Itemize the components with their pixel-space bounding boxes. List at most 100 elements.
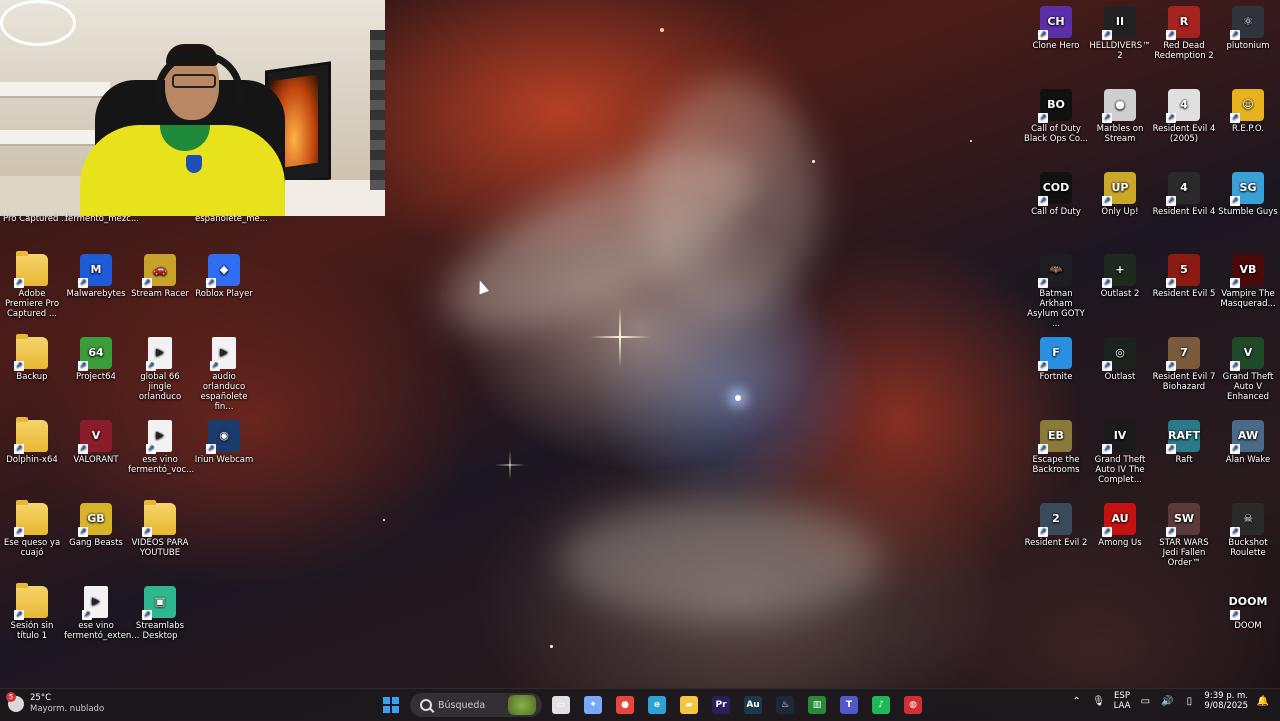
audio-file-icon: ▶ [146,420,172,454]
gtav-icon: V [1230,337,1264,371]
malwarebytes-icon: M [78,254,112,288]
taskbar-app-xbox[interactable]: ▥ [804,692,830,718]
taskbar-app-steam[interactable]: ♨ [772,692,798,718]
microphone-icon[interactable]: 🎙 [1092,694,1106,708]
taskbar-app-task-view[interactable]: ▭ [548,692,574,718]
desktop-icon[interactable]: FFortnite [1024,337,1088,382]
desktop-icon[interactable]: +Outlast 2 [1088,254,1152,299]
desktop-icon[interactable]: ▶audio orlanduco españolete fin... [192,337,256,412]
desktop-icon[interactable]: ▶ese vino fermentó_exten... [64,586,139,641]
desktop-icon[interactable]: IIHELLDIVERS™ 2 [1088,6,1152,61]
search-box[interactable]: Búsqueda [410,693,542,717]
volume-icon[interactable]: 🔊 [1160,694,1174,708]
desktop-icon-label: HELLDIVERS™ 2 [1089,41,1151,61]
desktop-icon-label-partial[interactable]: españolete_me... [195,214,268,224]
desktop-icon-label-partial[interactable]: fermento_mezc... [65,214,139,224]
desktop-icon[interactable]: ◉Iriun Webcam [192,420,256,465]
taskbar-app-teams[interactable]: T [836,692,862,718]
desktop-icon[interactable]: ●Marbles on Stream [1088,89,1152,144]
desktop-icon[interactable]: ⚛plutonium [1216,6,1280,51]
notifications-icon[interactable]: 🔔 [1256,694,1270,708]
weather-widget[interactable]: 5 25°C Mayorm. nublado [6,692,105,715]
system-tray: ⌃ 🎙 ESP LAA ▭ 🔊 ▯ 9:39 p. m. 9/08/2025 🔔 [1070,691,1270,711]
desktop-icon[interactable]: AUAmong Us [1088,503,1152,548]
marbles-icon: ● [1102,89,1136,123]
desktop-icon[interactable]: VIDEOS PARA YOUTUBE [128,500,192,558]
taskbar-app-premiere-pro[interactable]: Pr [708,692,734,718]
taskbar-app-copilot[interactable]: ✦ [580,692,606,718]
desktop-icon-label: Escape the Backrooms [1032,455,1080,475]
desktop-icon-label: Resident Evil 7 Biohazard [1152,372,1216,392]
desktop-icon-label: Batman Arkham Asylum GOTY ... [1027,289,1085,329]
language-indicator[interactable]: ESP LAA [1114,691,1131,711]
desktop-icon[interactable]: ▶global 66 jingle orlanduco [128,337,192,402]
stumble-guys-icon: SG [1230,172,1264,206]
battery-icon[interactable]: ▯ [1182,694,1196,708]
desktop-icon-label: Call of Duty Black Ops Co... [1024,124,1089,144]
project64-icon: 64 [78,337,112,371]
desktop-icon[interactable]: SWSTAR WARS Jedi Fallen Order™ [1152,503,1216,568]
steam-icon: ♨ [776,696,794,714]
mouse-cursor [475,278,489,295]
desktop-icon[interactable]: Sesión sin título 1 [0,583,64,641]
desktop-icon[interactable]: 7Resident Evil 7 Biohazard [1152,337,1216,392]
desktop-icon[interactable]: VBVampire The Masquerad... [1216,254,1280,309]
desktop-icon[interactable]: Dolphin-x64 [0,417,64,465]
folder-icon [14,583,48,620]
desktop-icon[interactable]: VGrand Theft Auto V Enhanced [1216,337,1280,402]
desktop-icon[interactable]: SGStumble Guys [1216,172,1280,217]
outlast-icon: ◎ [1102,337,1136,371]
search-placeholder: Búsqueda [438,699,486,711]
taskbar-app-audition[interactable]: Au [740,692,766,718]
desktop-icon[interactable]: CHClone Hero [1024,6,1088,51]
desktop-icon[interactable]: 🦇Batman Arkham Asylum GOTY ... [1024,254,1088,329]
taskbar-app-file-explorer[interactable]: ▰ [676,692,702,718]
chevron-up-icon[interactable]: ⌃ [1070,694,1084,708]
desktop-icon[interactable]: IVGrand Theft Auto IV The Complet... [1088,420,1152,485]
desktop-icon[interactable]: 2Resident Evil 2 [1024,503,1088,548]
taskbar-app-edge[interactable]: e [644,692,670,718]
taskbar-app-spotify[interactable]: ♪ [868,692,894,718]
desktop-icon[interactable]: RRed Dead Redemption 2 [1152,6,1216,61]
desktop-icon[interactable]: DOOMDOOM [1216,586,1280,631]
desktop-icon[interactable]: ◆Roblox Player [192,254,256,299]
desktop-icon[interactable]: EBEscape the Backrooms [1024,420,1088,475]
desktop-icon[interactable]: 5Resident Evil 5 [1152,254,1216,299]
network-icon[interactable]: ▭ [1138,694,1152,708]
desktop-icon[interactable]: ☠Buckshot Roulette [1216,503,1280,558]
desktop-icon[interactable]: MMalwarebytes [64,254,128,299]
desktop-icon[interactable]: ▣Streamlabs Desktop [128,586,192,641]
teams-icon: T [840,696,858,714]
desktop-icon[interactable]: 4Resident Evil 4 (2005) [1152,89,1216,144]
desktop-icon[interactable]: Adobe Premiere Pro Captured ... [0,251,64,319]
desktop-icon[interactable]: Ese queso ya cuajó [0,500,64,558]
bright-star [590,307,650,367]
shelf [0,82,110,98]
desktop-icon-label: Clone Hero [1032,41,1080,51]
weather-desc: Mayorm. nublado [30,704,105,714]
desktop-icon[interactable]: CODCall of Duty [1024,172,1088,217]
audio-file-icon: ▶ [82,586,108,620]
desktop-icon-label: Resident Evil 5 [1152,289,1216,299]
desktop-icon[interactable]: ▶ese vino fermentó_voc... [128,420,194,475]
desktop-icon[interactable]: 4Resident Evil 4 [1152,172,1216,217]
desktop-icon[interactable]: 🚗Stream Racer [128,254,192,299]
shelf [0,176,90,216]
desktop-icon-label-partial[interactable]: Pro Captured ... [3,214,69,224]
desktop-icon[interactable]: 64Project64 [64,337,128,382]
desktop-icon[interactable]: ☺R.E.P.O. [1216,89,1280,134]
desktop-icon[interactable]: BOCall of Duty Black Ops Co... [1024,89,1088,144]
taskbar-app-epic-app[interactable]: ◍ [900,692,926,718]
desktop-icon[interactable]: GBGang Beasts [64,503,128,548]
desktop-icon[interactable]: ◎Outlast [1088,337,1152,382]
clock[interactable]: 9:39 p. m. 9/08/2025 [1204,691,1248,711]
desktop-icon[interactable]: VVALORANT [64,420,128,465]
clock-time: 9:39 p. m. [1204,691,1248,701]
desktop-icon[interactable]: Backup [0,334,64,382]
desktop-icon[interactable]: RAFTRaft [1152,420,1216,465]
buckshot-icon: ☠ [1230,503,1264,537]
taskbar-app-chrome[interactable]: ● [612,692,638,718]
desktop-icon[interactable]: AWAlan Wake [1216,420,1280,465]
start-button[interactable] [378,692,404,718]
desktop-icon[interactable]: UPOnly Up! [1088,172,1152,217]
